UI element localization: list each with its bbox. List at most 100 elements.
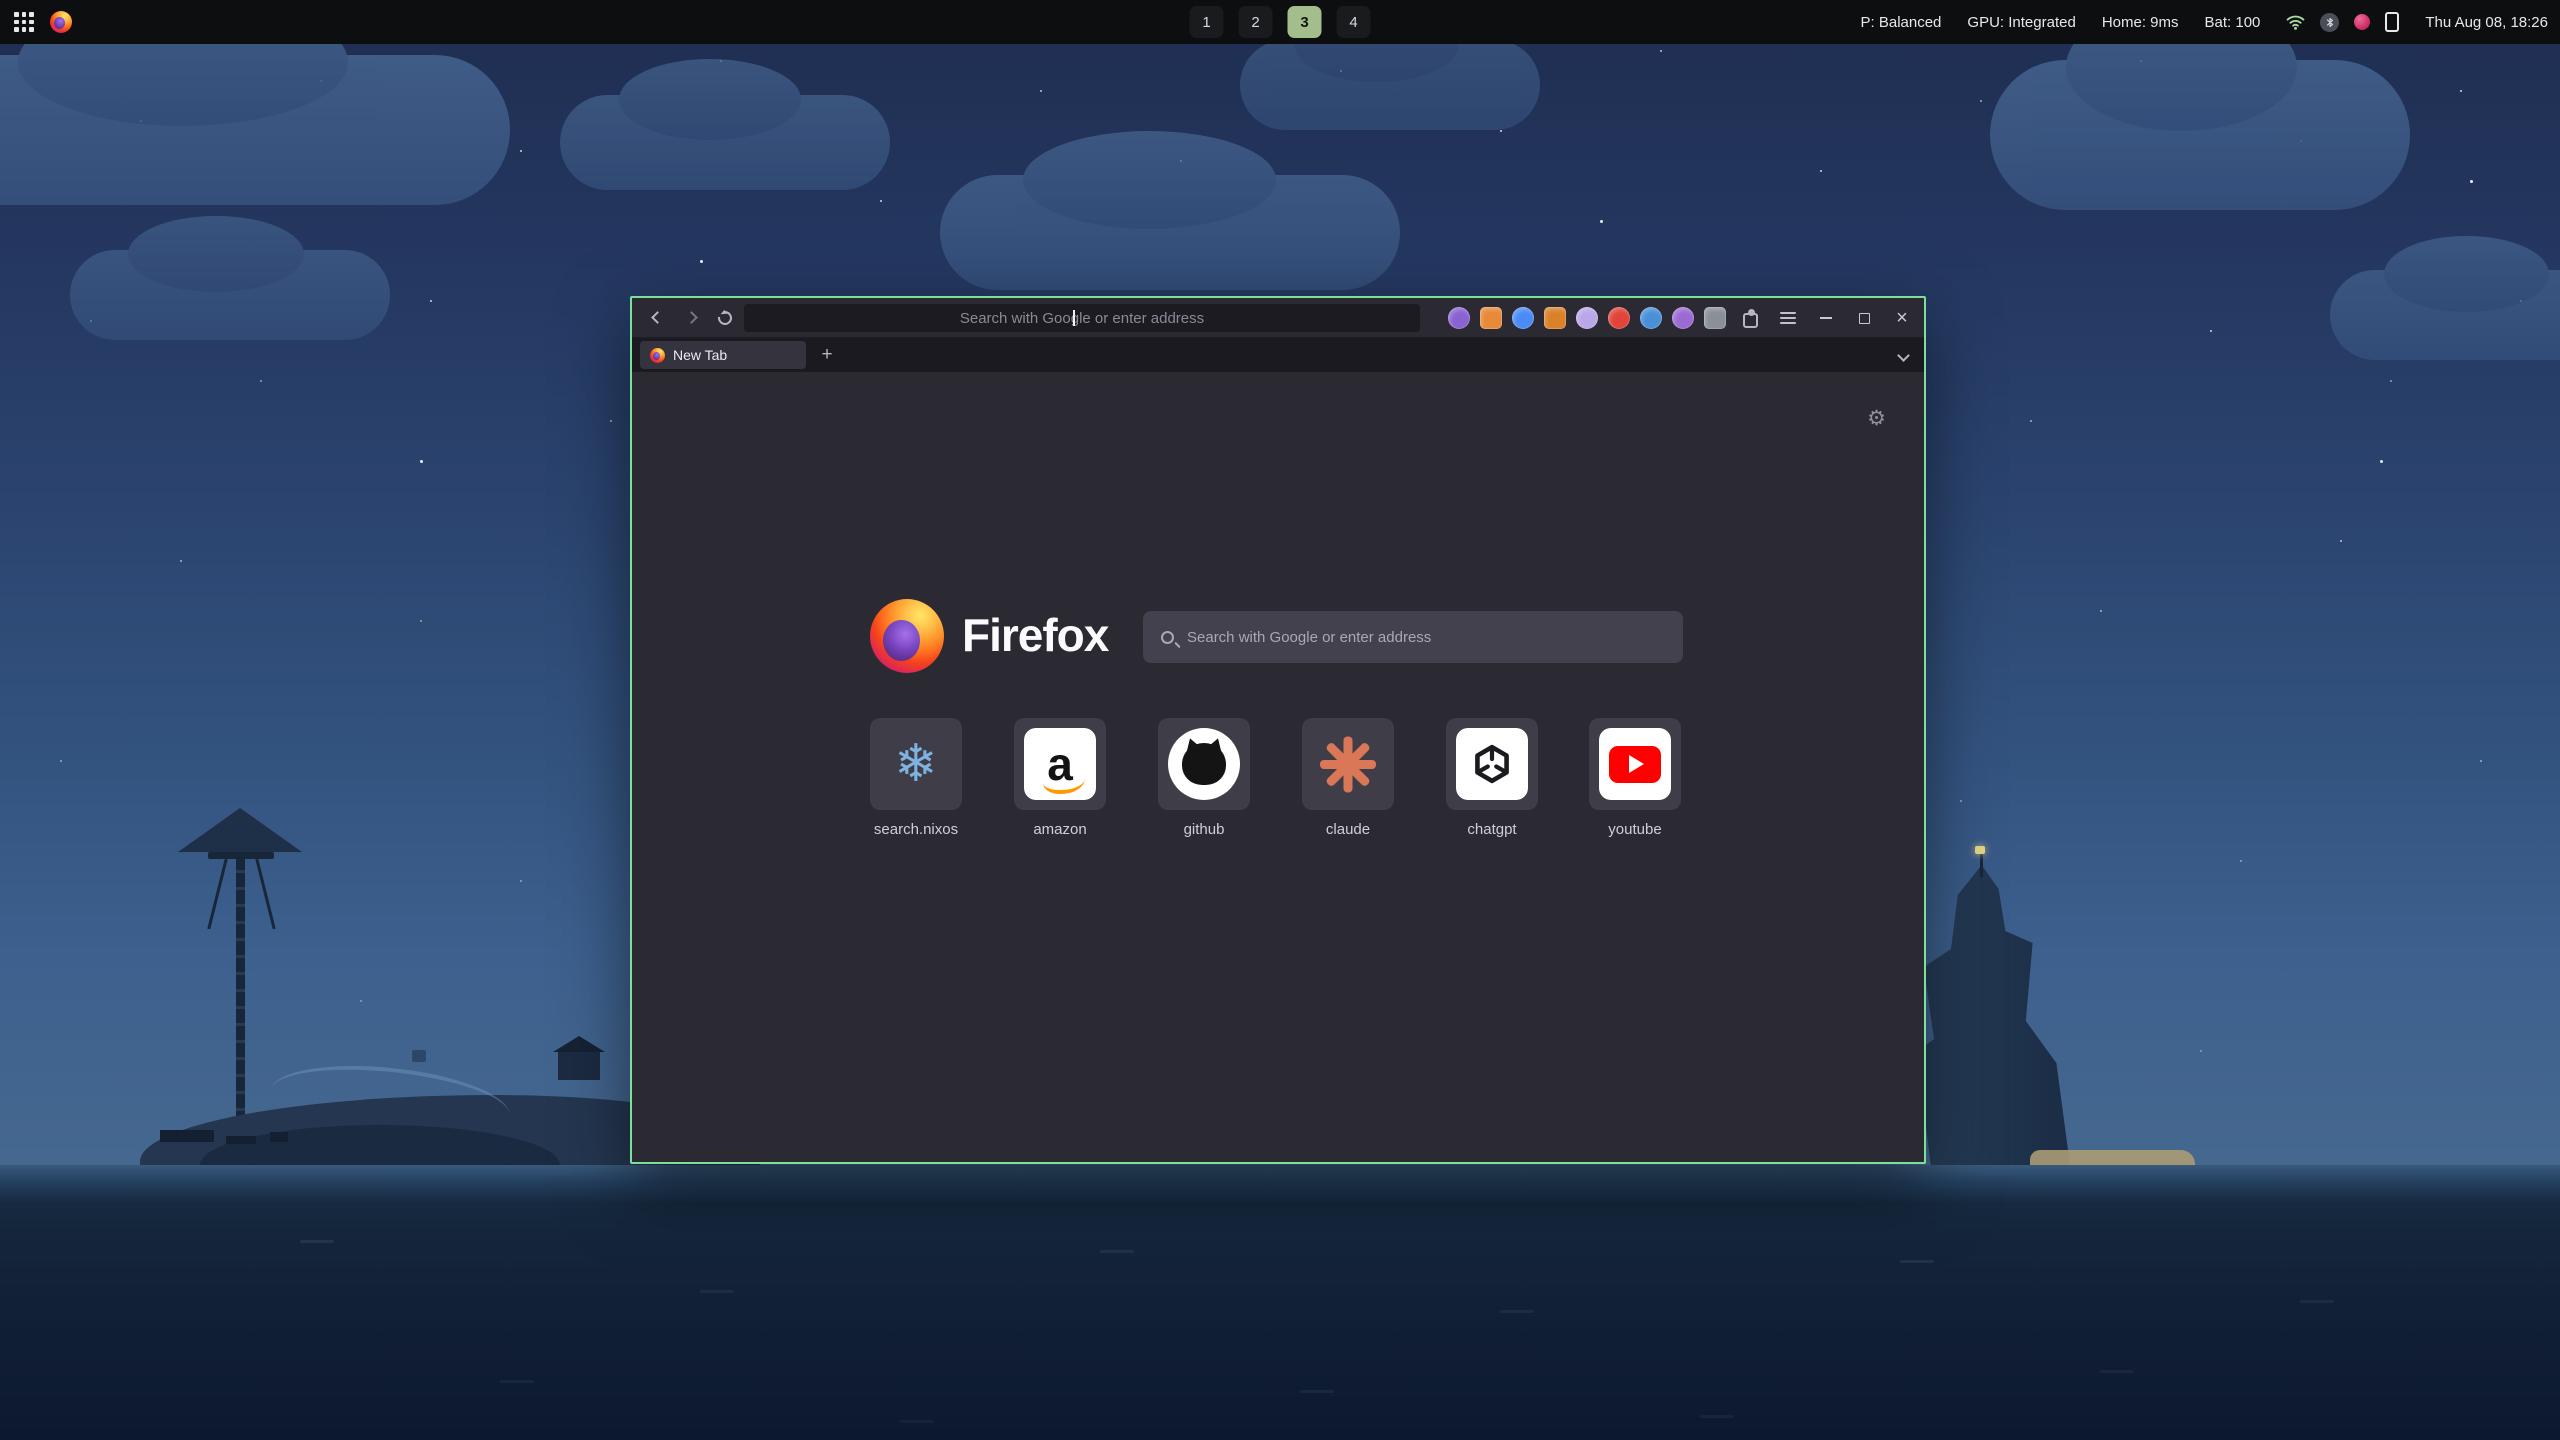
chevron-down-icon — [1897, 349, 1910, 362]
bluetooth-icon[interactable] — [2320, 13, 2339, 32]
extension-icon[interactable] — [1704, 307, 1726, 329]
extension-icon[interactable] — [1448, 307, 1470, 329]
extension-icon[interactable] — [1480, 307, 1502, 329]
gear-icon: ⚙ — [1867, 407, 1886, 430]
watchtower-leg — [207, 859, 227, 930]
shortcut-label: chatgpt — [1446, 821, 1538, 838]
firefox-wordmark: Firefox — [962, 608, 1108, 662]
cloud — [1240, 40, 1540, 130]
cliff-mast — [1980, 853, 1983, 877]
claude-starburst-icon — [1320, 736, 1376, 792]
clock: Thu Aug 08, 18:26 — [2425, 14, 2548, 31]
close-button[interactable]: × — [1888, 304, 1916, 332]
power-profile-status: P: Balanced — [1861, 14, 1942, 31]
display-icon[interactable] — [2385, 12, 2399, 32]
shortcut-label: claude — [1302, 821, 1394, 838]
newtab-page: ⚙ Firefox Search with Google or enter ad… — [632, 372, 1924, 1162]
chatgpt-logo-icon — [1456, 728, 1528, 800]
tab-bar: New Tab + — [632, 338, 1924, 372]
search-icon — [1161, 631, 1174, 644]
url-input[interactable]: Search with Google or enter address — [744, 304, 1420, 332]
cloud — [70, 250, 390, 340]
amazon-icon: a — [1024, 728, 1096, 800]
navigation-toolbar: Search with Google or enter address — [632, 298, 1924, 338]
status-bar-right: P: Balanced GPU: Integrated Home: 9ms Ba… — [1861, 0, 2548, 44]
shortcut-label: youtube — [1589, 821, 1681, 838]
firefox-window: Search with Google or enter address — [630, 296, 1926, 1164]
menu-button[interactable] — [1774, 304, 1802, 332]
battery-status: Bat: 100 — [2205, 14, 2261, 31]
gpu-status: GPU: Integrated — [1967, 14, 2075, 31]
puzzle-icon — [1743, 313, 1758, 328]
hut — [558, 1052, 600, 1080]
newtab-search-input[interactable]: Search with Google or enter address — [1143, 611, 1683, 663]
indicator-dot-icon[interactable] — [2354, 14, 2370, 30]
firefox-logo — [870, 599, 944, 673]
ocean — [0, 1165, 2560, 1440]
shortcut-github[interactable]: github — [1158, 718, 1250, 838]
extension-icon[interactable] — [1608, 307, 1630, 329]
nixos-snowflake-icon: ❄ — [894, 738, 938, 790]
back-icon — [651, 311, 664, 324]
sign — [412, 1050, 426, 1062]
minimize-button[interactable] — [1812, 304, 1840, 332]
shortcut-search-nixos[interactable]: ❄ search.nixos — [870, 718, 962, 838]
maximize-button[interactable] — [1850, 304, 1878, 332]
url-placeholder: Search with Google or enter address — [960, 310, 1204, 327]
reload-icon — [715, 308, 734, 327]
extension-icon[interactable] — [1672, 307, 1694, 329]
wifi-icon[interactable] — [2286, 14, 2305, 30]
beach-sand — [2030, 1150, 2195, 1165]
extension-icon[interactable] — [1640, 307, 1662, 329]
status-bar-left — [14, 0, 72, 44]
shortcut-label: github — [1158, 821, 1250, 838]
search-placeholder: Search with Google or enter address — [1187, 629, 1431, 646]
watchtower-roof — [178, 808, 302, 852]
workspace-switcher: 1 2 3 4 — [1190, 0, 1371, 44]
shortcut-chatgpt[interactable]: chatgpt — [1446, 718, 1538, 838]
shortcut-label: search.nixos — [870, 821, 962, 838]
workspace-button-2[interactable]: 2 — [1239, 6, 1273, 38]
maximize-icon — [1859, 313, 1870, 324]
tab-new-tab[interactable]: New Tab — [640, 341, 806, 369]
watchtower-pole — [236, 856, 245, 1156]
shortcut-youtube[interactable]: youtube — [1589, 718, 1681, 838]
cloud — [560, 95, 890, 190]
cloud — [0, 55, 510, 205]
shortcuts-grid: ❄ search.nixos a amazon github — [632, 718, 1924, 858]
back-button[interactable] — [642, 303, 672, 333]
shortcut-amazon[interactable]: a amazon — [1014, 718, 1106, 838]
shortcut-claude[interactable]: claude — [1302, 718, 1394, 838]
youtube-play-icon — [1599, 728, 1671, 800]
system-tray — [2286, 12, 2399, 32]
extensions-button[interactable] — [1736, 304, 1764, 332]
extension-icon[interactable] — [1576, 307, 1598, 329]
workspace-button-4[interactable]: 4 — [1337, 6, 1371, 38]
forward-icon — [685, 311, 698, 324]
hamburger-icon — [1780, 312, 1796, 324]
extension-icon[interactable] — [1544, 307, 1566, 329]
workspace-button-1[interactable]: 1 — [1190, 6, 1224, 38]
cloud — [2330, 270, 2560, 360]
cloud — [1990, 60, 2410, 210]
reload-button[interactable] — [710, 303, 740, 333]
tab-favicon-firefox-icon — [650, 348, 665, 363]
minimize-icon — [1820, 317, 1832, 319]
extension-icon[interactable] — [1512, 307, 1534, 329]
text-caret — [1073, 310, 1075, 326]
app-launcher-icon[interactable] — [14, 12, 34, 32]
list-all-tabs-button[interactable] — [1890, 342, 1916, 368]
close-icon: × — [1896, 308, 1908, 328]
cloud — [940, 175, 1400, 290]
firefox-launcher-icon[interactable] — [50, 11, 72, 33]
personalize-button[interactable]: ⚙ — [1867, 406, 1886, 431]
toolbar-right: × — [1448, 298, 1916, 338]
status-bar: 1 2 3 4 P: Balanced GPU: Integrated Home… — [0, 0, 2560, 44]
new-tab-button[interactable]: + — [814, 342, 840, 368]
forward-button[interactable] — [676, 303, 706, 333]
watchtower-leg — [255, 859, 275, 930]
workspace-button-3-active[interactable]: 3 — [1288, 6, 1322, 38]
ruins — [226, 1136, 256, 1144]
github-octocat-icon — [1168, 728, 1240, 800]
ruins — [270, 1132, 288, 1142]
